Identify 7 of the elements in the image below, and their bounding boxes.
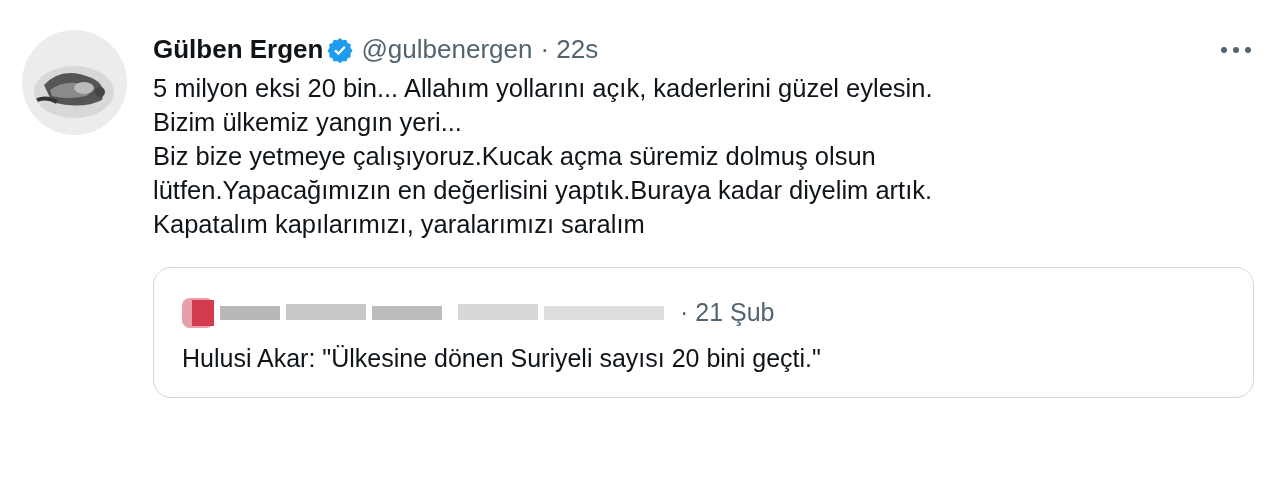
quoted-tweet-time: · 21 Şub (680, 297, 775, 328)
tweet-text: 5 milyon eksi 20 bin... Allahım yollarını açık, kaderlerini güzel eylesin. Bizim ülkemiz yangın yeri... Biz bize yetmeye çalışıyoruz.Kucak açma süremiz dolmuş olsun lütfen.Yapacağımızın en değerlisini yaptık.Buraya kadar diyelim artık. Kapatalım kapılarımızı, yaralarımızı saralım (153, 73, 934, 240)
quoted-tweet-card[interactable]: · 21 Şub Hulusi Akar: "Ülkesine dönen Suriyeli sayısı 20 bini geçti." (153, 267, 1254, 398)
author-handle: @gulbenergen (361, 33, 533, 66)
quoted-tweet-text: Hulusi Akar: "Ülkesine dönen Suriyeli sayısı 20 bini geçti." (182, 342, 822, 374)
author-name: Gülben Ergen (153, 33, 324, 66)
tweet-time: · 22s (540, 33, 599, 66)
